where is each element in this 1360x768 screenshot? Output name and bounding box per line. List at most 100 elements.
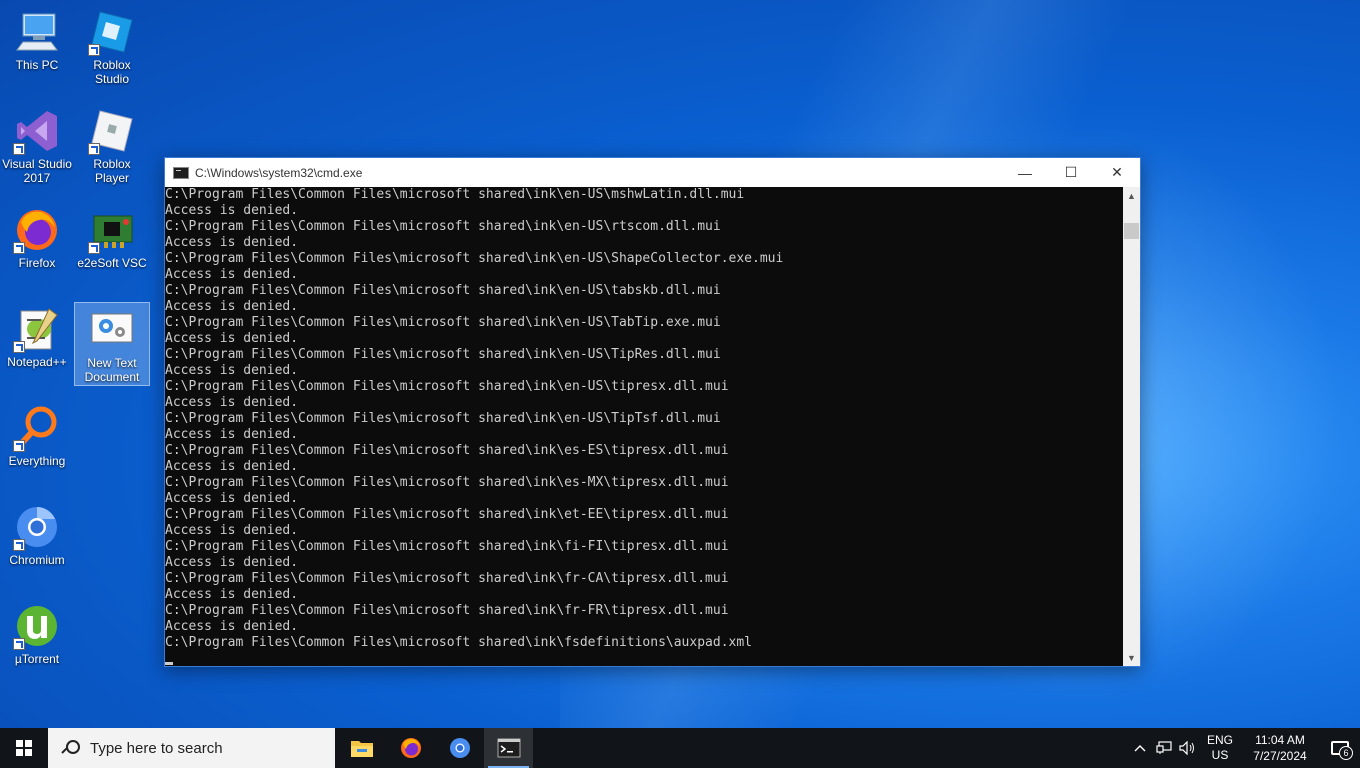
icon-label: Roblox Player [93,157,131,185]
notification-count: 6 [1339,746,1353,760]
e2esoft-vsc-icon [88,206,136,254]
cmd-icon [497,738,520,758]
console-line: Access is denied. [165,363,299,378]
icon-label: Visual Studio 2017 [2,157,72,185]
console-line: C:\Program Files\Common Files\microsoft … [165,539,729,554]
window-title: C:\Windows\system32\cmd.exe [195,165,363,180]
shortcut-arrow-icon [13,242,25,254]
console-line: C:\Program Files\Common Files\microsoft … [165,379,729,394]
visual-studio-icon [13,107,61,155]
scrollbar-thumb[interactable] [1124,223,1139,239]
desktop-icon-utorrent[interactable]: µTorrent [0,602,74,666]
shortcut-arrow-icon [88,242,100,254]
everything-search-icon [13,404,61,452]
console-line: C:\Program Files\Common Files\microsoft … [165,283,721,298]
console-line: Access is denied. [165,267,299,282]
console-line: Access is denied. [165,427,299,442]
file-explorer-icon [350,741,373,757]
console-line: Access is denied. [165,619,299,634]
desktop-icon-notepadpp[interactable]: Notepad++ [0,305,74,369]
shortcut-arrow-icon [88,143,100,155]
console-line: C:\Program Files\Common Files\microsoft … [165,443,729,458]
desktop-icon-new-text-document[interactable]: New Text Document [74,302,150,386]
console-line: C:\Program Files\Common Files\microsoft … [165,635,752,650]
console-output[interactable]: C:\Program Files\Common Files\microsoft … [165,187,1123,666]
search-placeholder: Type here to search [90,739,223,757]
console-cursor [165,662,173,665]
window-controls: — ☐ ✕ [1002,158,1140,187]
console-line: C:\Program Files\Common Files\microsoft … [165,571,729,586]
window-titlebar[interactable]: C:\Windows\system32\cmd.exe — ☐ ✕ [165,158,1140,187]
console-line: Access is denied. [165,587,299,602]
network-icon[interactable] [1152,728,1176,768]
console-line: Access is denied. [165,331,299,346]
console-line: C:\Program Files\Common Files\microsoft … [165,187,745,202]
start-button[interactable] [0,728,48,768]
shortcut-arrow-icon [13,440,25,452]
scroll-down-icon[interactable]: ▼ [1123,649,1140,666]
minimize-button[interactable]: — [1002,158,1048,187]
console-line: C:\Program Files\Common Files\microsoft … [165,347,721,362]
language-indicator[interactable]: ENG US [1200,733,1240,763]
console-line: C:\Program Files\Common Files\microsoft … [165,315,721,330]
icon-label: New Text Document [84,356,140,384]
firefox-icon [400,738,421,758]
desktop-icon-everything[interactable]: Everything [0,404,74,468]
desktop-icon-roblox-player[interactable]: Roblox Player [75,107,149,185]
console-line: C:\Program Files\Common Files\microsoft … [165,251,784,266]
cmd-app-icon [173,166,189,179]
maximize-button[interactable]: ☐ [1048,158,1094,187]
shortcut-arrow-icon [13,539,25,551]
windows-logo-icon [16,740,32,756]
taskbar-cmd[interactable] [484,728,533,768]
desktop-icon-visual-studio[interactable]: Visual Studio 2017 [0,107,74,185]
taskbar-chromium[interactable] [435,728,484,768]
language-code: ENG [1206,733,1233,747]
console-line: Access is denied. [165,203,299,218]
console-line: Access is denied. [165,491,299,506]
taskbar-file-explorer[interactable] [337,728,386,768]
chromium-icon [449,738,470,758]
console-line: C:\Program Files\Common Files\microsoft … [165,475,729,490]
icon-label: Firefox [18,256,56,270]
shortcut-arrow-icon [13,341,25,353]
desktop-icon-chromium[interactable]: Chromium [0,503,74,567]
console-line: Access is denied. [165,555,299,570]
system-tray: ENG US 11:04 AM 7/27/2024 6 [1128,728,1360,768]
cmd-window[interactable]: C:\Windows\system32\cmd.exe — ☐ ✕ C:\Pro… [164,157,1141,667]
shortcut-arrow-icon [88,44,100,56]
console-line: C:\Program Files\Common Files\microsoft … [165,603,729,618]
desktop-icon-firefox[interactable]: Firefox [0,206,74,270]
icon-label: Chromium [9,553,65,567]
taskbar-firefox[interactable] [386,728,435,768]
icon-label: e2eSoft VSC [77,256,147,270]
scroll-up-icon[interactable]: ▲ [1123,187,1140,204]
console-line: Access is denied. [165,395,299,410]
keyboard-layout: US [1211,748,1229,762]
taskbar-search-box[interactable]: Type here to search [48,728,335,768]
desktop-icon-this-pc[interactable]: This PC [0,8,74,72]
console-line: C:\Program Files\Common Files\microsoft … [165,411,721,426]
icon-label: Notepad++ [7,355,67,369]
vertical-scrollbar[interactable]: ▲ ▼ [1123,187,1140,666]
this-pc-icon [13,8,61,56]
icon-label: Everything [8,454,66,468]
clock[interactable]: 11:04 AM 7/27/2024 [1240,732,1320,764]
volume-icon[interactable] [1176,728,1200,768]
action-center-button[interactable]: 6 [1320,728,1360,768]
close-button[interactable]: ✕ [1094,158,1140,187]
firefox-icon [13,206,61,254]
console-line: Access is denied. [165,459,299,474]
roblox-studio-icon [88,8,136,56]
search-icon [62,740,80,756]
shortcut-arrow-icon [13,143,25,155]
console-line: Access is denied. [165,523,299,538]
chevron-up-icon[interactable] [1128,728,1152,768]
taskbar: Type here to search ENG US 11:04 AM 7/27… [0,728,1360,768]
clock-time: 11:04 AM [1255,733,1305,747]
shortcut-arrow-icon [13,638,25,650]
clock-date: 7/27/2024 [1253,749,1307,763]
icon-label: µTorrent [14,652,60,666]
desktop-icon-roblox-studio[interactable]: Roblox Studio [75,8,149,86]
desktop-icon-e2esoft-vsc[interactable]: e2eSoft VSC [75,206,149,270]
